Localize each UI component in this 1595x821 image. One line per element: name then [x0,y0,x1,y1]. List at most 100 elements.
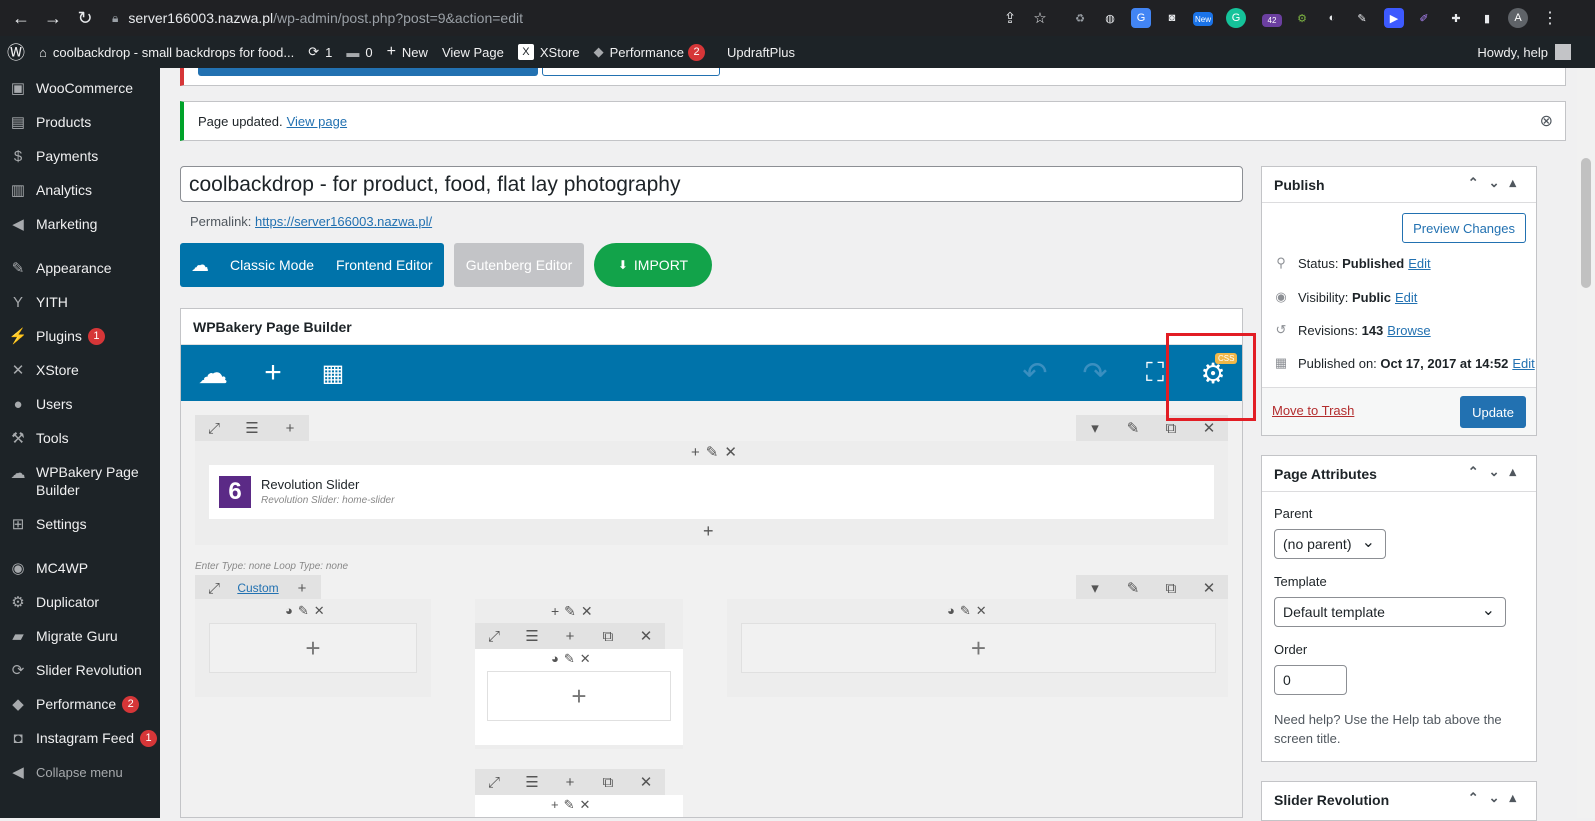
undo-icon[interactable]: ↶ [1015,353,1055,393]
sidebar-item-payments[interactable]: $ Payments [0,139,160,173]
custom-layout-link[interactable]: Custom [233,575,283,601]
new-ext-badge[interactable]: New [1193,12,1213,26]
recycle-ext-icon[interactable]: ♻ [1070,8,1090,28]
globe-ext-icon[interactable]: ◍ [1100,8,1120,28]
user-avatar[interactable] [1555,44,1571,60]
row-add-column-icon[interactable]: + [283,575,321,601]
sidebar-item-woocommerce[interactable]: ▣ WooCommerce [0,71,160,105]
feather-ext-icon[interactable]: ✐ [1414,8,1434,28]
sidebar-item-performance[interactable]: ◆ Performance 2 [0,687,160,721]
new-content-link[interactable]: + New [380,36,435,68]
view-page-link[interactable]: View page [287,114,347,129]
performance-link[interactable]: ◆ Performance 2 [587,36,712,68]
collapse-menu-button[interactable]: ◀ Collapse menu [0,755,160,789]
sidebar-item-slider-revolution[interactable]: ⟳ Slider Revolution [0,653,160,687]
sidebar-item-settings[interactable]: ⊞ Settings [0,507,160,541]
inner-row-add-icon[interactable]: + [551,769,589,795]
sidebar-item-wpbakery[interactable]: ☁ WPBakery Page Builder [0,455,160,507]
row-add-column-icon[interactable]: + [271,415,309,441]
row-toggle-icon[interactable]: ▾ [1076,415,1114,441]
post-title-input[interactable]: coolbackdrop - for product, food, flat l… [180,166,1243,202]
inner-row-clone-icon[interactable]: ⧉ [589,623,627,649]
camera-ext-icon[interactable]: ◙ [1162,8,1182,28]
star-icon[interactable]: ☆ [1030,8,1050,28]
site-name-link[interactable]: ⌂ coolbackdrop - small backdrops for food… [32,36,301,68]
xstore-link[interactable]: X XStore [511,36,587,68]
box-move-arrows[interactable]: ⌃⌄▴ [1468,175,1526,191]
move-to-trash-link[interactable]: Move to Trash [1272,403,1354,418]
sidebar-item-appearance[interactable]: ✎ Appearance [0,251,160,285]
inner-row-delete-icon[interactable]: ✕ [627,623,665,649]
wpbakery-cloud-icon[interactable]: ☁ [193,353,233,393]
sidebar-item-duplicator[interactable]: ⚙ Duplicator [0,585,160,619]
menu-dots-icon[interactable]: ⋮ [1540,8,1560,28]
row-toggle-icon[interactable]: ▾ [1076,575,1114,601]
row-expand-icon[interactable]: ⤢ [195,575,233,601]
video-ext-icon[interactable]: ▶ [1384,8,1404,28]
partial-button-primary[interactable] [198,68,538,76]
add-element-icon[interactable]: + [253,353,293,393]
translate-ext-icon[interactable]: G [1131,8,1151,28]
address-bar[interactable]: 🔒︎ server166003.nazwa.pl/wp-admin/post.p… [112,5,1067,31]
ext-count-badge[interactable]: 42 [1262,14,1282,27]
add-element-placeholder[interactable]: + [209,623,417,673]
column-controls[interactable]: +✎✕ [551,603,598,620]
template-select[interactable]: Default template [1274,597,1506,627]
grammarly-ext-icon[interactable]: G [1226,8,1246,28]
parent-select[interactable]: (no parent) [1274,529,1386,559]
sidebar-item-users[interactable]: ● Users [0,387,160,421]
sidebar-item-products[interactable]: ▤ Products [0,105,160,139]
sidepanel-icon[interactable]: ▮ [1477,8,1497,28]
row-drag-handle-icon[interactable]: ☰ [233,415,271,441]
redo-icon[interactable]: ↷ [1075,353,1115,393]
updates-link[interactable]: ⟳ 1 [301,36,339,68]
row-edit-icon[interactable]: ✎ [1114,415,1152,441]
inner-row-expand-icon[interactable]: ⤢ [475,769,513,795]
partial-button-secondary[interactable] [542,68,720,76]
forward-icon[interactable]: → [40,5,66,31]
classic-mode-button[interactable]: Classic Mode [218,257,326,273]
revisions-browse-link[interactable]: Browse [1387,323,1430,338]
column-controls[interactable]: +✎✕ [691,443,743,461]
view-page-link[interactable]: View Page [435,36,511,68]
status-edit-link[interactable]: Edit [1408,256,1430,271]
inner-row-clone-icon[interactable]: ⧉ [589,769,627,795]
sidebar-item-mc4wp[interactable]: ◉ MC4WP [0,551,160,585]
page-scrollbar[interactable] [1577,68,1595,818]
published-edit-link[interactable]: Edit [1512,356,1534,371]
row-clone-icon[interactable]: ⧉ [1152,575,1190,601]
profile-avatar[interactable]: A [1508,8,1528,28]
wordpress-logo-icon[interactable]: Ⓦ [0,36,32,68]
sidebar-item-analytics[interactable]: ▥ Analytics [0,173,160,207]
column-controls[interactable]: ◕✎✕ [947,603,992,619]
frontend-editor-button[interactable]: Frontend Editor [326,257,443,273]
add-element-placeholder[interactable]: + [741,623,1216,673]
import-button[interactable]: ⬇ IMPORT [594,243,712,287]
back-icon[interactable]: ← [8,5,34,31]
row-expand-icon[interactable]: ⤢ [195,415,233,441]
inner-row-drag-icon[interactable]: ☰ [513,623,551,649]
extensions-icon[interactable]: ✚ [1446,8,1466,28]
row-delete-icon[interactable]: ✕ [1190,575,1228,601]
inner-row-expand-icon[interactable]: ⤢ [475,623,513,649]
sidebar-item-plugins[interactable]: ⚡ Plugins 1 [0,319,160,353]
reload-icon[interactable]: ↻ [72,5,98,31]
column-controls[interactable]: ◕✎✕ [285,603,330,619]
scrollbar-thumb[interactable] [1581,158,1591,288]
preview-changes-button[interactable]: Preview Changes [1402,213,1526,243]
box-move-arrows[interactable]: ⌃⌄▴ [1468,790,1526,806]
column-controls[interactable]: ◕✎✕ [551,651,596,667]
share-icon[interactable]: ⇪ [1000,8,1020,28]
add-element-below-icon[interactable]: + [703,521,714,542]
pen-ext-icon[interactable]: ✎ [1352,8,1372,28]
templates-icon[interactable]: ▦ [313,353,353,393]
inner-row-drag-icon[interactable]: ☰ [513,769,551,795]
order-input[interactable]: 0 [1274,665,1347,695]
updraft-link[interactable]: UpdraftPlus [720,36,802,68]
sidebar-item-instagram-feed[interactable]: ◘ Instagram Feed 1 [0,721,160,755]
column-controls[interactable]: +✎✕ [551,797,595,813]
spiral-ext-icon[interactable]: ◐ [1322,8,1342,28]
update-button[interactable]: Update [1460,396,1526,428]
sidebar-item-tools[interactable]: ⚒ Tools [0,421,160,455]
sidebar-item-xstore[interactable]: ✕ XStore [0,353,160,387]
